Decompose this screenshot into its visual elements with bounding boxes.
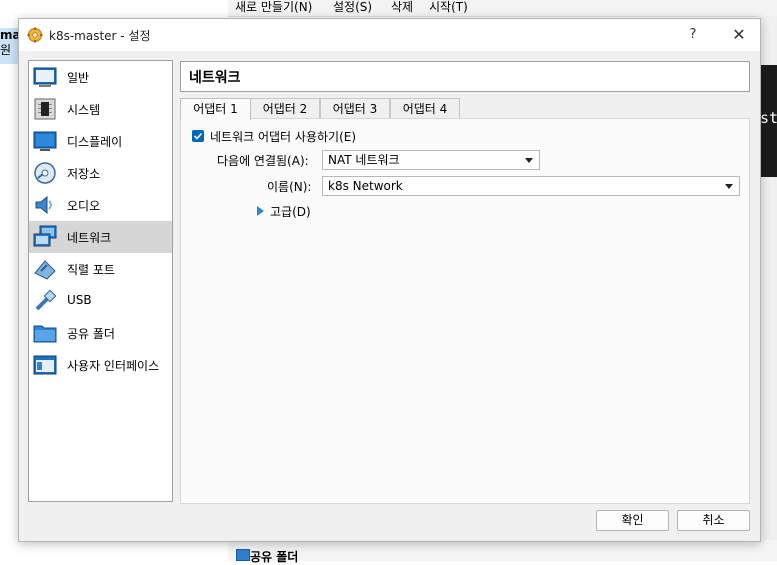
cancel-button[interactable]: 취소: [677, 510, 750, 531]
background-bottom-text: 공유 폴더: [250, 550, 299, 564]
audio-icon: [35, 195, 52, 215]
background-bottom-row: 공유 폴더: [228, 540, 777, 564]
shared-folder-icon: [33, 325, 57, 343]
page-title-box: 네트워크: [180, 61, 750, 92]
sidebar-item-label: 공유 폴더: [67, 327, 115, 341]
page-title: 네트워크: [189, 70, 241, 86]
sidebar-item-usb[interactable]: USB: [29, 285, 172, 317]
virtualbox-gear-icon: [27, 27, 43, 43]
enable-adapter-checkbox[interactable]: [192, 130, 204, 142]
display-icon: [33, 131, 57, 151]
menu-new[interactable]: 새로 만들기(N): [235, 0, 312, 14]
sidebar-item-label: 시스템: [67, 103, 101, 117]
ok-button[interactable]: 확인: [596, 510, 669, 531]
checkmark-icon: [193, 132, 203, 140]
system-icon: [34, 98, 56, 120]
advanced-toggle[interactable]: 고급(D): [270, 203, 311, 220]
sidebar-item-label: USB: [67, 293, 92, 307]
attached-to-label: 다음에 연결됨(A):: [217, 154, 309, 168]
sidebar-item-label: 저장소: [67, 167, 101, 181]
menu-delete[interactable]: 삭제: [391, 0, 413, 14]
tab-adapter-4[interactable]: 어댑터 4: [390, 98, 460, 119]
sidebar-item-serial-port[interactable]: 직렬 포트: [29, 253, 172, 285]
network-name-value: k8s Network: [328, 179, 403, 193]
sidebar-item-label: 네트워크: [67, 231, 112, 245]
chevron-down-icon: [525, 158, 533, 163]
user-interface-icon: [33, 355, 57, 375]
dialog-title: k8s-master - 설정: [49, 29, 151, 43]
sidebar-item-shared-folder[interactable]: 공유 폴더: [29, 317, 172, 349]
sidebar-item-label: 사용자 인터페이스: [67, 359, 160, 373]
adapter-tabs: 어댑터 1 어댑터 2 어댑터 3 어댑터 4: [180, 98, 580, 120]
title-bar[interactable]: k8s-master - 설정 ? ✕: [19, 19, 760, 51]
tab-adapter-3[interactable]: 어댑터 3: [320, 98, 390, 119]
sidebar-item-display[interactable]: 디스플레이: [29, 125, 172, 157]
name-label: 이름(N):: [267, 180, 312, 194]
tab-adapter-1[interactable]: 어댑터 1: [180, 98, 251, 120]
expand-arrow-icon[interactable]: [257, 206, 264, 216]
menu-start[interactable]: 시작(T): [429, 0, 468, 14]
sidebar-item-label: 디스플레이: [67, 135, 123, 149]
attached-to-select[interactable]: NAT 네트워크: [322, 150, 540, 170]
sidebar-item-label: 오디오: [67, 199, 101, 213]
sidebar-item-audio[interactable]: 오디오: [29, 189, 172, 221]
help-button[interactable]: ?: [679, 25, 707, 45]
sidebar-item-label: 일반: [67, 71, 90, 85]
chevron-down-icon: [725, 184, 733, 189]
background-vm-name: ma: [0, 28, 18, 42]
background-vm-status: 원: [0, 43, 12, 57]
tab-adapter-2[interactable]: 어댑터 2: [250, 98, 320, 119]
network-icon: [33, 225, 57, 247]
sidebar-item-user-interface[interactable]: 사용자 인터페이스: [29, 349, 172, 381]
settings-dialog: k8s-master - 설정 ? ✕ 일반 시스템 디스플레이 저장소 오디오…: [18, 18, 761, 542]
background-vm-item: ma 원: [0, 28, 18, 64]
sidebar-item-storage[interactable]: 저장소: [29, 157, 172, 189]
background-preview-text: st: [760, 109, 777, 127]
sidebar-item-general[interactable]: 일반: [29, 61, 172, 93]
menu-settings[interactable]: 설정(S): [333, 0, 372, 14]
enable-adapter-label[interactable]: 네트워크 어댑터 사용하기(E): [210, 128, 356, 145]
adapter-1-pane: 네트워크 어댑터 사용하기(E) 다음에 연결됨(A): NAT 네트워크 이름…: [180, 118, 750, 504]
close-button[interactable]: ✕: [725, 25, 753, 45]
folder-icon: [236, 549, 250, 561]
settings-sidebar: 일반 시스템 디스플레이 저장소 오디오 네트워크 직렬 포트 USB 공유 폴…: [28, 60, 173, 502]
sidebar-item-label: 직렬 포트: [67, 263, 115, 277]
general-icon: [33, 67, 57, 87]
serial-port-icon: [34, 260, 56, 280]
attached-to-value: NAT 네트워크: [328, 153, 400, 167]
sidebar-item-network[interactable]: 네트워크: [29, 221, 172, 253]
sidebar-item-system[interactable]: 시스템: [29, 93, 172, 125]
storage-icon: [34, 162, 56, 184]
network-name-select[interactable]: k8s Network: [322, 176, 740, 196]
background-menubar: 새로 만들기(N) 설정(S) 삭제 시작(T): [228, 0, 777, 17]
usb-icon: [35, 289, 57, 311]
